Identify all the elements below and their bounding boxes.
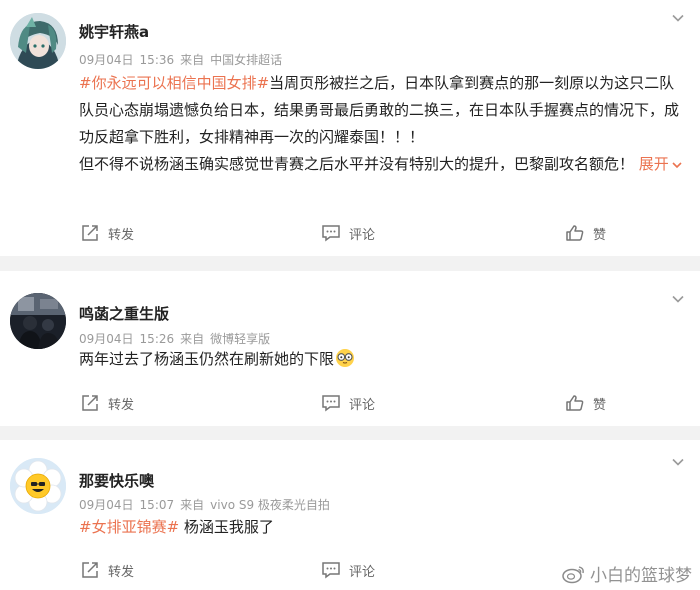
post-meta: 09月04日 15:26 来自 微博轻享版 xyxy=(79,330,276,347)
post-content: #女排亚锦赛# 杨涵玉我服了 xyxy=(79,514,686,541)
avatar[interactable] xyxy=(10,13,66,69)
topic-tag-link[interactable]: #女排亚锦赛# xyxy=(79,518,179,536)
avatar[interactable] xyxy=(10,458,66,514)
expand-link[interactable]: 展开 xyxy=(634,155,683,173)
source-prefix: 来自 xyxy=(180,498,205,512)
comment-label: 评论 xyxy=(349,397,376,413)
share-icon xyxy=(82,562,98,578)
weibo-logo-icon xyxy=(562,565,584,583)
action-bar: 转发 评论 赞 xyxy=(0,391,700,415)
like-label: 赞 xyxy=(593,397,607,413)
thumbs-up-icon xyxy=(566,395,584,411)
action-bar: 转发 评论 赞 xyxy=(0,221,700,245)
comment-icon xyxy=(322,225,340,242)
comment-icon xyxy=(322,562,340,579)
glasses-emoji-icon xyxy=(336,349,355,367)
username[interactable]: 鸣菡之重生版 xyxy=(79,303,169,324)
post-source[interactable]: 中国女排超话 xyxy=(210,53,282,67)
post-separator xyxy=(0,426,700,440)
post-separator xyxy=(0,256,700,271)
topic-tag-link[interactable]: #你永远可以相信中国女排# xyxy=(79,74,269,92)
comment-icon xyxy=(322,395,340,412)
post-date: 09月04日 xyxy=(79,332,134,346)
share-button[interactable]: 转发 xyxy=(80,391,134,415)
comment-button[interactable]: 评论 xyxy=(321,391,375,415)
weibo-post: 姚宇轩燕a 09月04日 15:36 来自 中国女排超话 #你永远可以相信中国女排#当… xyxy=(0,0,700,256)
post-time: 15:07 xyxy=(139,498,175,512)
post-content: #你永远可以相信中国女排#当周页彤被拦之后，日本队拿到赛点的那一刻原以为这只二队… xyxy=(79,70,686,178)
post-source[interactable]: 微博轻享版 xyxy=(210,332,270,346)
chevron-down-icon[interactable] xyxy=(670,454,686,470)
post-time: 15:26 xyxy=(139,332,175,346)
post-date: 09月04日 xyxy=(79,498,134,512)
post-text: 两年过去了杨涵玉仍然在刷新她的下限 xyxy=(79,350,335,368)
watermark: 小白的篮球梦 xyxy=(562,561,692,586)
post-date: 09月04日 xyxy=(79,53,134,67)
post-meta: 09月04日 15:36 来自 中国女排超话 xyxy=(79,51,288,68)
comment-button[interactable]: 评论 xyxy=(321,558,375,582)
post-text: 杨涵玉我服了 xyxy=(183,518,274,536)
weibo-post: 鸣菡之重生版 09月04日 15:26 来自 微博轻享版 两年过去了杨涵玉仍然在刷新她… xyxy=(0,271,700,426)
share-icon xyxy=(82,225,98,241)
source-prefix: 来自 xyxy=(180,332,205,346)
post-text-secondary: 但不得不说杨涵玉确实感觉世青赛之后水平并没有特别大的提升，巴黎副攻名额危！ xyxy=(79,155,635,173)
chevron-down-icon[interactable] xyxy=(670,291,686,307)
watermark-text: 小白的篮球梦 xyxy=(590,566,692,586)
chevron-down-icon xyxy=(672,161,682,168)
like-button[interactable]: 赞 xyxy=(565,221,606,245)
source-prefix: 来自 xyxy=(180,53,205,67)
share-label: 转发 xyxy=(108,564,135,580)
username[interactable]: 那要快乐噢 xyxy=(79,470,154,491)
post-time: 15:36 xyxy=(139,53,175,67)
share-label: 转发 xyxy=(108,227,135,243)
share-button[interactable]: 转发 xyxy=(80,221,134,245)
thumbs-up-icon xyxy=(566,225,584,241)
comment-label: 评论 xyxy=(349,564,376,580)
like-button[interactable]: 赞 xyxy=(565,391,606,415)
post-meta: 09月04日 15:07 来自 vivo S9 极夜柔光自拍 xyxy=(79,496,336,513)
comment-label: 评论 xyxy=(349,227,376,243)
comment-button[interactable]: 评论 xyxy=(321,221,375,245)
chevron-down-icon[interactable] xyxy=(670,10,686,26)
share-button[interactable]: 转发 xyxy=(80,558,134,582)
avatar[interactable] xyxy=(10,293,66,349)
share-icon xyxy=(82,395,98,411)
username[interactable]: 姚宇轩燕a xyxy=(79,21,149,42)
like-label: 赞 xyxy=(593,227,607,243)
share-label: 转发 xyxy=(108,397,135,413)
post-content: 两年过去了杨涵玉仍然在刷新她的下限 xyxy=(79,346,686,373)
post-source[interactable]: vivo S9 极夜柔光自拍 xyxy=(210,498,330,512)
